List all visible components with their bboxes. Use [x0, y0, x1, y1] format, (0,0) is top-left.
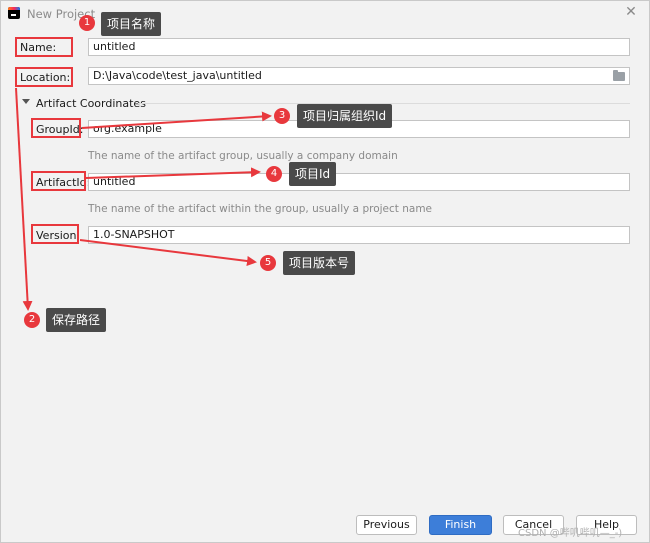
- annotation-tag-2: 保存路径: [46, 308, 107, 332]
- arrow-groupid-to-3: [81, 111, 272, 129]
- annotation-tag-5: 项目版本号: [283, 251, 356, 275]
- annotation-badge-2: 2: [24, 312, 40, 328]
- annotation-tag-4: 项目Id: [289, 162, 337, 186]
- previous-button[interactable]: Previous: [356, 515, 417, 535]
- arrow-version-to-5: [79, 239, 257, 266]
- annotation-badge-5: 5: [260, 255, 276, 271]
- finish-button[interactable]: Finish: [429, 515, 492, 535]
- annotation-badge-4: 4: [266, 166, 282, 182]
- watermark: CSDN @哔叽哔叽—_-): [518, 528, 623, 539]
- annotation-badge-1: 1: [79, 15, 95, 31]
- annotation-tag-1: 项目名称: [101, 12, 162, 36]
- annotation-tag-3: 项目归属组织Id: [297, 104, 393, 128]
- arrow-location-to-2: [15, 87, 33, 311]
- arrow-artifactid-to-4: [85, 167, 261, 179]
- annotation-badge-3: 3: [274, 108, 290, 124]
